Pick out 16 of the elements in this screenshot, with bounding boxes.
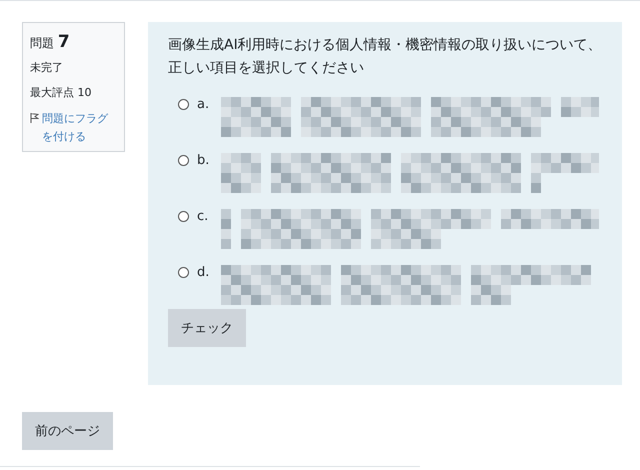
option-label: b. <box>197 153 210 168</box>
flag-question-link[interactable]: 問題にフラグを付ける <box>42 110 117 146</box>
radio-button[interactable] <box>178 99 189 110</box>
question-text: 画像生成AI利用時における個人情報・機密情報の取り扱いについて、正しい項目を選択してください <box>168 36 602 78</box>
max-grade: 最大評点 10 <box>30 85 92 100</box>
radio-button[interactable] <box>178 155 189 166</box>
option-label: a. <box>197 97 210 112</box>
flag-icon <box>30 112 39 123</box>
option-label: d. <box>197 265 210 280</box>
option-label: c. <box>197 209 210 224</box>
question-number: 問題 7 <box>30 32 71 52</box>
radio-button[interactable] <box>178 211 189 222</box>
check-button[interactable]: チェック <box>168 309 246 347</box>
radio-button[interactable] <box>178 267 189 278</box>
question-status: 未完了 <box>30 60 64 75</box>
previous-page-button[interactable]: 前のページ <box>22 412 113 450</box>
